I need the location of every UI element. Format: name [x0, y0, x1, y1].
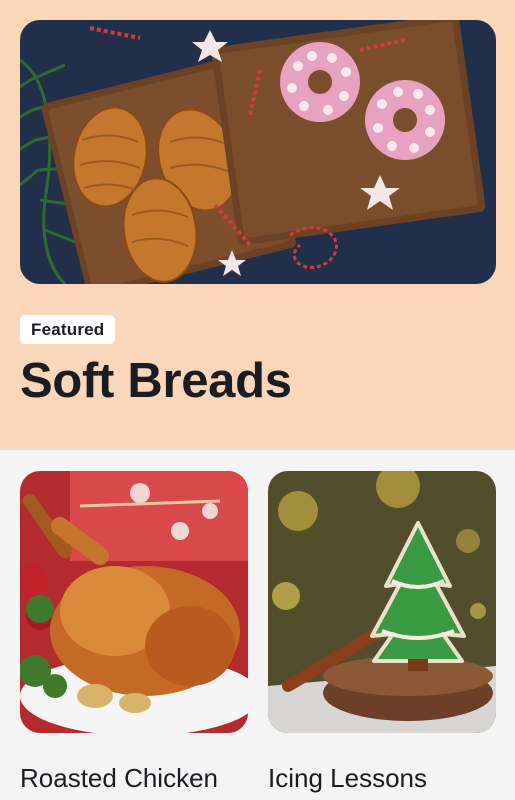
christmas-tree-cookie-photo-icon [268, 471, 496, 733]
card-label-roasted-chicken[interactable]: Roasted Chicken [20, 760, 218, 796]
roasted-chicken-photo-icon [20, 471, 248, 733]
card-roasted-chicken[interactable] [20, 471, 248, 733]
featured-badge: Featured [20, 315, 116, 344]
breads-photo-icon [20, 20, 496, 284]
card-icing-lessons[interactable] [268, 471, 496, 733]
featured-title[interactable]: Soft Breads [20, 349, 292, 413]
card-label-icing-lessons[interactable]: Icing Lessons [268, 760, 427, 796]
featured-image[interactable] [20, 20, 496, 284]
featured-section: Featured Soft Breads [0, 0, 515, 450]
